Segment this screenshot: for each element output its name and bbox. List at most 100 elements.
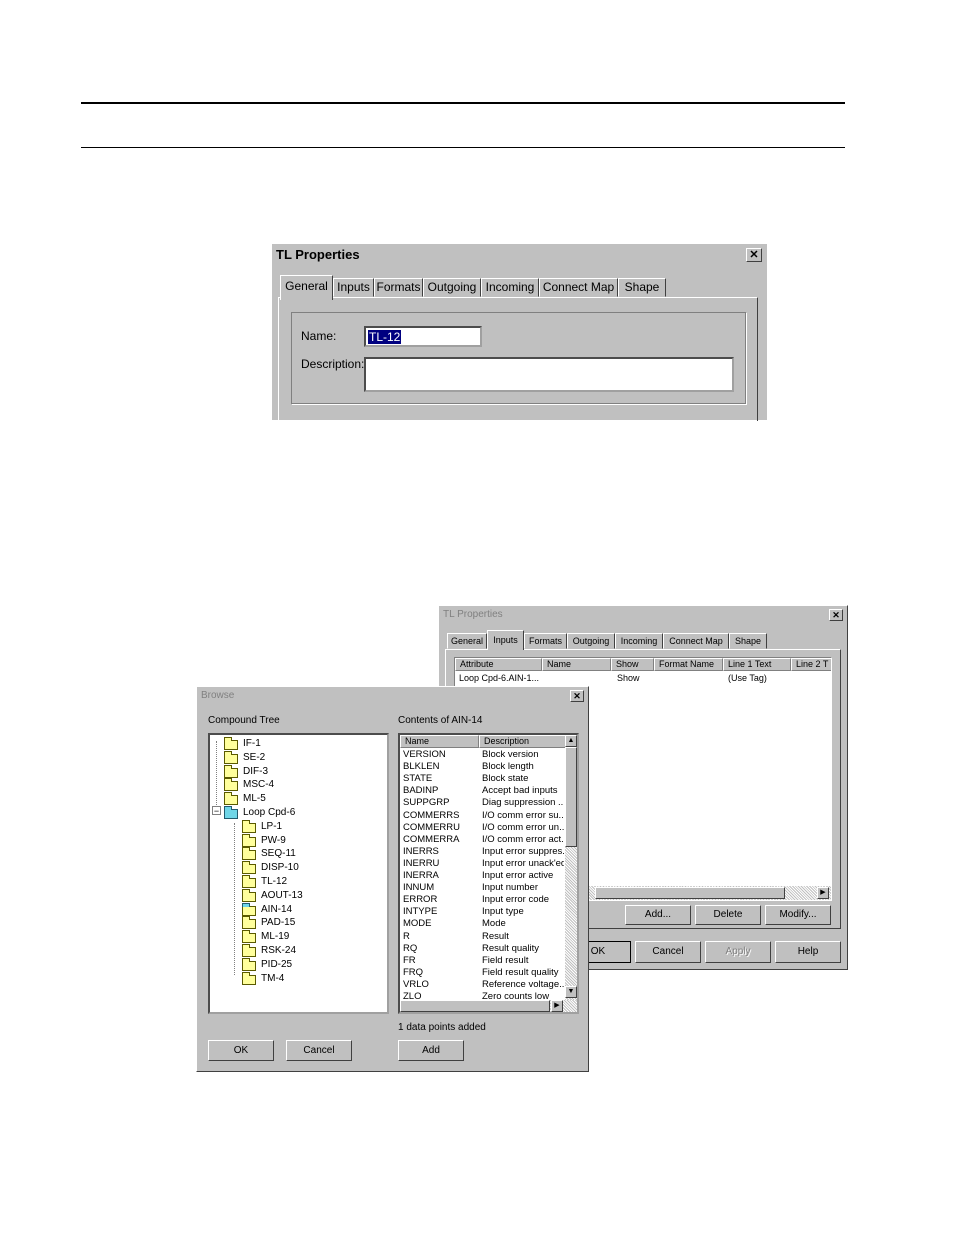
list-item[interactable]: RQ Result quality: [400, 943, 565, 955]
description-field[interactable]: [364, 357, 734, 392]
list-item[interactable]: INNUM Input number: [400, 882, 565, 894]
tree-item[interactable]: MSC-4: [224, 778, 364, 792]
tree-item[interactable]: AOUT-13: [242, 888, 382, 902]
list-item[interactable]: SUPPGRP Diag suppression ...: [400, 797, 565, 809]
tree-item-label: LP-1: [261, 820, 283, 832]
list-item[interactable]: COMMERRA I/O comm error act...: [400, 834, 565, 846]
cell-description: Input error active: [482, 870, 554, 881]
contents-list[interactable]: Name Description VERSION Block version BLK…: [398, 733, 579, 1014]
tree-item[interactable]: SEQ-11: [242, 847, 382, 861]
tree-item[interactable]: DISP-10: [242, 861, 382, 875]
scroll-up-icon[interactable]: ▲: [565, 735, 577, 747]
cancel-button[interactable]: Cancel: [635, 941, 701, 963]
scroll-right-icon[interactable]: ▶: [817, 887, 829, 899]
cell-description: Input error unack'ed: [482, 857, 564, 869]
column-header-name[interactable]: Name: [400, 735, 479, 748]
cell-name: R: [403, 930, 410, 942]
compound-tree[interactable]: − IF-1 SE-2 DIF-3 MSC-4 ML-5 Loop Cpd-6 LP-1 PW…: [208, 733, 389, 1014]
cancel-button[interactable]: Cancel: [286, 1040, 352, 1061]
list-item[interactable]: COMMERRS I/O comm error su...: [400, 810, 565, 822]
cell-description: I/O comm error act...: [482, 833, 564, 845]
column-header-line1[interactable]: Line 1 Text: [723, 658, 791, 671]
close-icon[interactable]: ✕: [746, 248, 762, 262]
tree-item[interactable]: PW-9: [242, 833, 382, 847]
tab-shape[interactable]: Shape: [729, 633, 767, 649]
vertical-scrollbar[interactable]: ▲ ▼: [565, 735, 577, 1000]
tree-item-label: ML-19: [261, 931, 290, 943]
tab-outgoing[interactable]: Outgoing: [423, 278, 481, 297]
list-item[interactable]: INERRU Input error unack'ed: [400, 858, 565, 870]
scroll-thumb[interactable]: [400, 1000, 550, 1012]
tab-outgoing[interactable]: Outgoing: [567, 633, 615, 649]
tab-general[interactable]: General: [447, 633, 487, 649]
list-item[interactable]: R Result: [400, 931, 565, 943]
tab-formats[interactable]: Formats: [374, 278, 423, 297]
list-item[interactable]: MODE Mode: [400, 918, 565, 930]
list-item[interactable]: STATE Block state: [400, 773, 565, 785]
apply-button[interactable]: Apply: [705, 941, 771, 963]
close-icon[interactable]: ✕: [570, 690, 584, 702]
column-header-format-name[interactable]: Format Name: [654, 658, 723, 671]
column-header-description[interactable]: Description: [479, 735, 567, 748]
tab-formats[interactable]: Formats: [524, 633, 567, 649]
close-icon[interactable]: ✕: [829, 609, 843, 621]
top-rule: [81, 102, 845, 104]
cell-name: VERSION: [403, 749, 446, 760]
tree-item[interactable]: TL-12: [242, 875, 382, 888]
list-item[interactable]: BLKLEN Block length: [400, 761, 565, 773]
tab-connect-map[interactable]: Connect Map: [539, 278, 618, 297]
tab-inputs[interactable]: Inputs: [333, 278, 374, 297]
folder-icon: [224, 778, 238, 792]
tab-shape[interactable]: Shape: [618, 278, 666, 297]
add-button[interactable]: Add...: [625, 905, 691, 925]
scroll-down-icon[interactable]: ▼: [565, 986, 577, 998]
tab-connect-map[interactable]: Connect Map: [663, 633, 729, 649]
column-header-attribute[interactable]: Attribute: [455, 658, 542, 671]
list-item[interactable]: INERRA Input error active: [400, 870, 565, 882]
column-header-show[interactable]: Show: [611, 658, 654, 671]
list-item[interactable]: FRQ Field result quality: [400, 967, 565, 979]
tree-item[interactable]: IF-1: [224, 737, 364, 750]
tree-item[interactable]: TM-4: [242, 971, 382, 985]
cell-name: ERROR: [403, 894, 438, 906]
table-row[interactable]: Loop Cpd-6.AIN-1... Show (Use Tag): [455, 672, 831, 684]
list-item[interactable]: COMMERRU I/O comm error un...: [400, 822, 565, 834]
modify-button[interactable]: Modify...: [765, 905, 831, 925]
add-button[interactable]: Add: [398, 1040, 464, 1061]
tree-item[interactable]: DIF-3: [224, 764, 364, 778]
tab-inputs[interactable]: Inputs: [487, 630, 524, 650]
cell-description: Result: [482, 930, 509, 942]
ok-button[interactable]: OK: [208, 1040, 274, 1061]
tree-item[interactable]: LP-1: [242, 819, 382, 833]
cell-attribute: Loop Cpd-6.AIN-1...: [459, 673, 540, 683]
help-button[interactable]: Help: [775, 941, 841, 963]
list-item[interactable]: INTYPE Input type: [400, 906, 565, 918]
list-item[interactable]: INERRS Input error suppres...: [400, 846, 565, 858]
list-item[interactable]: FR Field result: [400, 955, 565, 967]
list-item[interactable]: VRLO Reference voltage...: [400, 979, 565, 991]
scroll-right-icon[interactable]: ▶: [551, 1000, 563, 1012]
list-item[interactable]: ERROR Input error code: [400, 894, 565, 906]
list-item[interactable]: VERSION Block version: [400, 749, 565, 761]
tree-item[interactable]: PID-25: [242, 957, 382, 971]
collapse-icon[interactable]: −: [212, 806, 221, 816]
tree-item[interactable]: PAD-15: [242, 916, 382, 930]
column-header-name[interactable]: Name: [542, 658, 611, 671]
list-item[interactable]: BADINP Accept bad inputs: [400, 785, 565, 797]
tree-item[interactable]: ML-5: [224, 792, 364, 806]
tree-item[interactable]: AIN-14: [242, 902, 382, 916]
tab-general[interactable]: General: [280, 275, 333, 300]
scroll-thumb[interactable]: [565, 747, 577, 847]
delete-button[interactable]: Delete: [695, 905, 761, 925]
tree-item[interactable]: SE-2: [224, 750, 364, 764]
tree-item[interactable]: Loop Cpd-6: [224, 806, 364, 819]
scroll-thumb[interactable]: [595, 887, 785, 899]
tree-item[interactable]: RSK-24: [242, 944, 382, 957]
tab-incoming[interactable]: Incoming: [615, 633, 663, 649]
name-field[interactable]: TL-12: [364, 326, 482, 347]
cell-description: Input number: [482, 882, 538, 894]
column-header-line2[interactable]: Line 2 T: [791, 658, 831, 671]
tab-incoming[interactable]: Incoming: [481, 278, 539, 297]
tree-item[interactable]: ML-19: [242, 930, 382, 944]
horizontal-scrollbar[interactable]: ▶: [400, 1000, 577, 1012]
